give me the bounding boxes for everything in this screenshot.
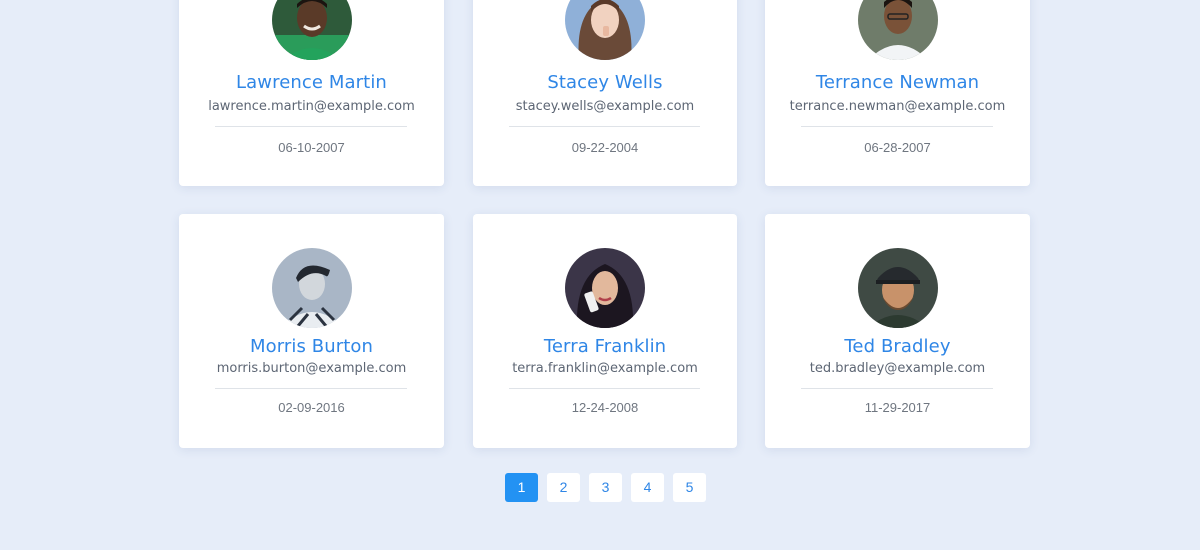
- user-email: morris.burton@example.com: [216, 361, 407, 376]
- user-email: lawrence.martin@example.com: [208, 99, 415, 114]
- page-button-3[interactable]: 3: [589, 473, 622, 502]
- pagination: 1 2 3 4 5: [505, 473, 706, 502]
- user-card: Lawrence Martin lawrence.martin@example.…: [179, 0, 444, 186]
- user-date: 02-09-2016: [278, 400, 345, 415]
- user-email: ted.bradley@example.com: [809, 361, 986, 376]
- user-name: Ted Bradley: [844, 336, 951, 357]
- user-name: Morris Burton: [249, 336, 374, 357]
- avatar-photo-icon: [565, 0, 645, 60]
- page-button-5[interactable]: 5: [673, 473, 706, 502]
- user-name: Terrance Newman: [815, 72, 980, 93]
- page-button-2[interactable]: 2: [547, 473, 580, 502]
- user-avatar: [857, 0, 938, 60]
- card-divider: [215, 126, 407, 127]
- card-divider: [509, 126, 700, 127]
- user-name: Stacey Wells: [547, 72, 663, 93]
- user-avatar: [271, 0, 352, 60]
- user-card: Stacey Wells stacey.wells@example.com 09…: [473, 0, 737, 186]
- user-date: 06-28-2007: [864, 140, 931, 155]
- user-avatar: [565, 0, 645, 60]
- user-date: 12-24-2008: [571, 400, 639, 415]
- user-date: 09-22-2004: [571, 140, 639, 155]
- page-button-4[interactable]: 4: [631, 473, 664, 502]
- user-email: terra.franklin@example.com: [512, 361, 698, 376]
- card-divider: [801, 126, 993, 127]
- user-avatar: [271, 248, 352, 328]
- user-date: 11-29-2017: [864, 400, 931, 415]
- user-email: terrance.newman@example.com: [789, 99, 1006, 114]
- avatar-photo-icon: [271, 248, 352, 328]
- avatar-photo-icon: [857, 0, 938, 60]
- avatar-photo-icon: [565, 248, 645, 328]
- avatar-photo-icon: [857, 248, 938, 328]
- card-divider: [509, 388, 700, 389]
- user-date: 06-10-2007: [278, 140, 345, 155]
- user-email: stacey.wells@example.com: [515, 99, 695, 114]
- user-name: Terra Franklin: [543, 336, 667, 357]
- user-avatar: [857, 248, 938, 328]
- user-avatar: [565, 248, 645, 328]
- user-card: Morris Burton morris.burton@example.com …: [179, 214, 444, 448]
- page-button-1[interactable]: 1: [505, 473, 538, 502]
- card-divider: [215, 388, 407, 389]
- avatar-photo-icon: [271, 0, 352, 60]
- user-card: Ted Bradley ted.bradley@example.com 11-2…: [765, 214, 1030, 448]
- user-name: Lawrence Martin: [236, 72, 387, 93]
- user-card: Terra Franklin terra.franklin@example.co…: [473, 214, 737, 448]
- card-divider: [801, 388, 993, 389]
- user-card: Terrance Newman terrance.newman@example.…: [765, 0, 1030, 186]
